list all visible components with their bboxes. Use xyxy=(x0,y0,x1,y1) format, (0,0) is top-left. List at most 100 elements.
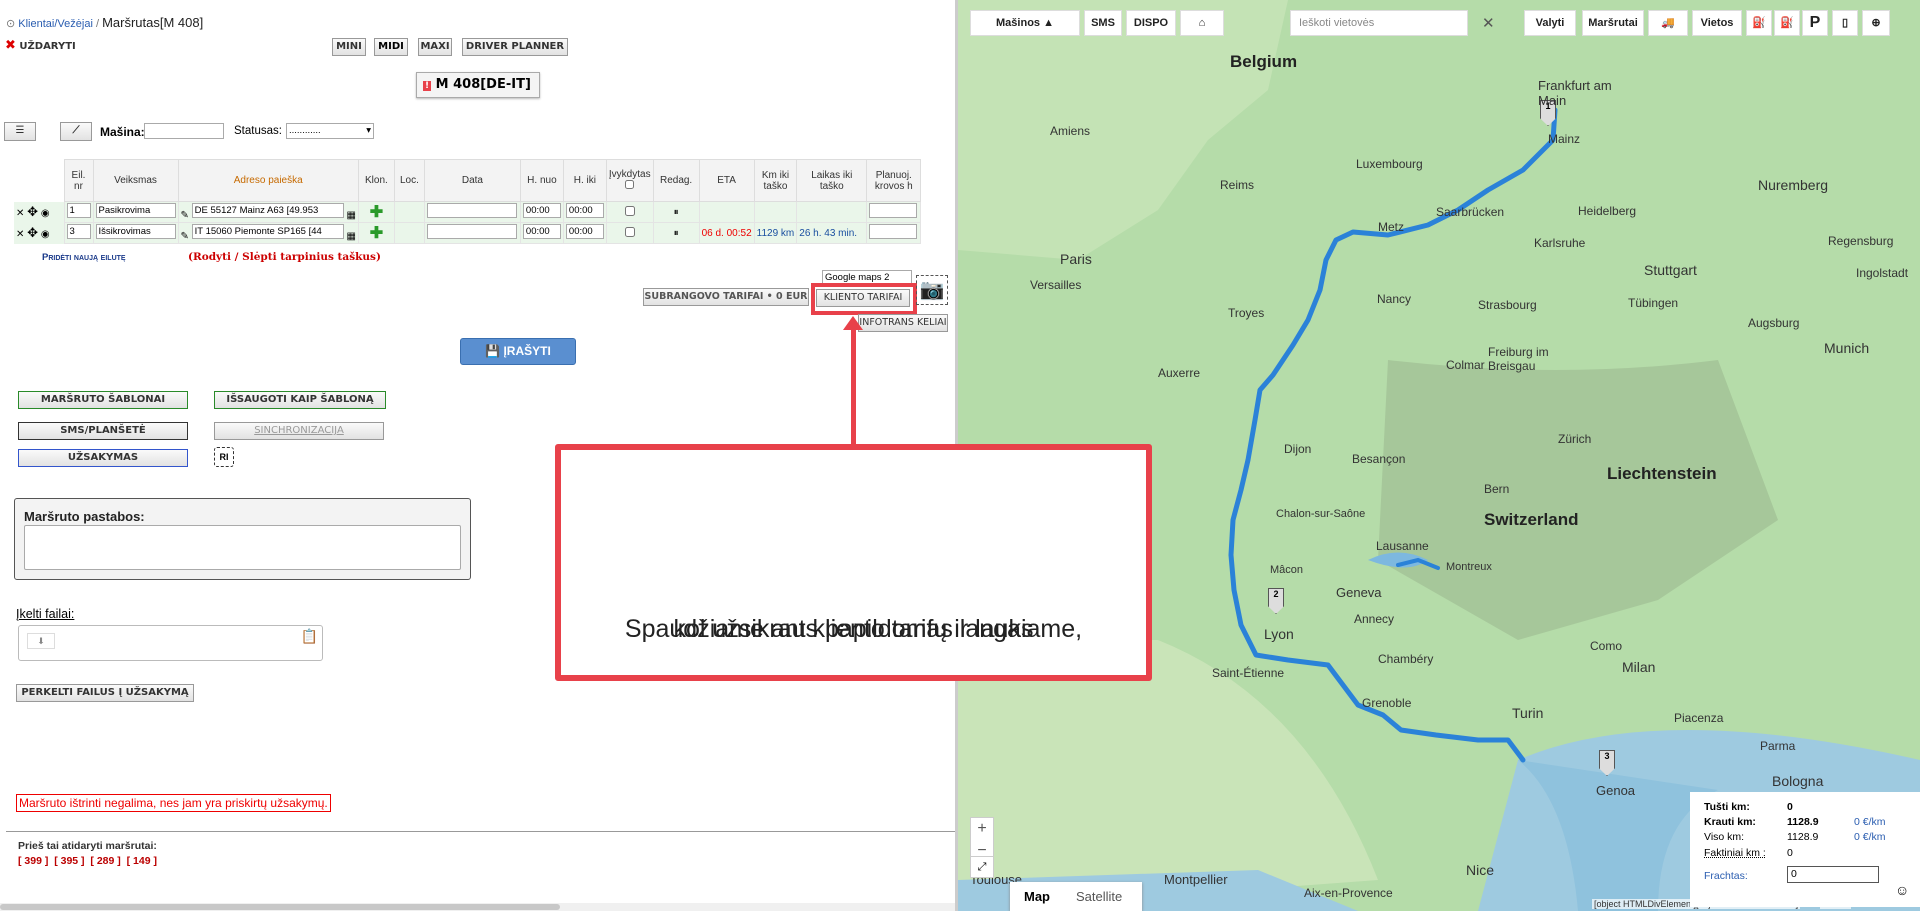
routes-button[interactable]: Maršrutai xyxy=(1582,10,1644,36)
row-nr-input[interactable]: 1 xyxy=(66,203,91,218)
clone-icon[interactable]: ✚ xyxy=(370,204,383,221)
close-button[interactable]: ✖ UŽDARYTI xyxy=(2,38,86,56)
fullscreen-icon[interactable]: ⤢ xyxy=(970,856,994,878)
city-label: Genoa xyxy=(1596,783,1636,798)
chart-button[interactable]: ⟋ xyxy=(60,122,92,141)
page-title: Maršrutas[M 408] xyxy=(102,15,204,30)
city-label: Besançon xyxy=(1352,452,1406,466)
menu-button[interactable]: ☰ xyxy=(4,122,36,141)
calendar-icon[interactable]: ▦ xyxy=(346,210,355,221)
edit-icon[interactable]: ⏸ xyxy=(674,207,679,218)
delete-icon[interactable]: ✕ xyxy=(16,229,24,240)
crosshair-button[interactable]: ⊕ xyxy=(1862,10,1890,36)
previous-route-link[interactable]: [ 395 ] xyxy=(54,855,84,867)
trend-icon: ⟋ xyxy=(72,125,80,136)
horizontal-scrollbar[interactable] xyxy=(0,903,958,911)
city-label: Parma xyxy=(1760,739,1796,753)
row-planned-input[interactable] xyxy=(869,203,918,218)
col-km: Km iki taško xyxy=(753,159,798,202)
row-nr-input[interactable]: 3 xyxy=(66,224,91,239)
row-action-select[interactable]: Pasikrovima xyxy=(95,203,176,218)
zoom-in-button[interactable]: + xyxy=(971,818,993,840)
camera-icon[interactable]: 📷 xyxy=(916,275,948,305)
row-planned-input[interactable] xyxy=(869,224,918,239)
status-select[interactable]: ............ ▾ xyxy=(286,123,374,139)
delete-icon[interactable]: ✕ xyxy=(16,208,24,219)
row-time: 26 h. 43 min. xyxy=(796,222,868,244)
view-maxi-button[interactable]: MAXI xyxy=(418,38,452,56)
city-label: Aix-en-Provence xyxy=(1304,886,1393,900)
phone-button[interactable]: ▯ xyxy=(1832,10,1858,36)
parking-button[interactable]: P xyxy=(1802,10,1828,36)
clear-button[interactable]: Valyti xyxy=(1524,10,1576,36)
row-to-input[interactable]: 00:00 xyxy=(565,203,604,218)
previous-route-link[interactable]: [ 149 ] xyxy=(127,855,157,867)
search-clear-icon[interactable]: ✕ xyxy=(1482,14,1495,32)
row-from-input[interactable]: 00:00 xyxy=(522,203,561,218)
freight-input[interactable]: 0 xyxy=(1787,866,1879,883)
row-address-input[interactable]: IT 15060 Piemonte SP165 [44 xyxy=(191,224,344,239)
sms-button[interactable]: SMS xyxy=(1084,10,1122,36)
fuel-station-button[interactable]: ⛽ xyxy=(1746,10,1772,36)
row-done-checkbox[interactable] xyxy=(624,205,635,216)
calendar-icon[interactable]: ▦ xyxy=(346,231,355,242)
previous-route-link[interactable]: [ 289 ] xyxy=(90,855,120,867)
move-files-button[interactable]: PERKELTI FAILUS Į UŽSAKYMĄ xyxy=(16,684,194,702)
route-templates-button[interactable]: MARŠRUTO ŠABLONAI xyxy=(18,391,188,409)
previous-route-link[interactable]: [ 399 ] xyxy=(18,855,48,867)
row-address-input[interactable]: DE 55127 Mainz A63 [49.953 xyxy=(191,203,344,218)
map-provider-select[interactable]: Google maps 2 xyxy=(822,270,912,284)
file-dropzone[interactable]: ⬇ 📋 xyxy=(18,625,323,661)
ri-chip-icon[interactable]: RI xyxy=(214,447,234,467)
row-action-select[interactable]: Išsikrovimas xyxy=(95,224,176,239)
home-button[interactable]: ⌂ xyxy=(1180,10,1224,36)
city-label: Piacenza xyxy=(1674,711,1724,725)
move-icon[interactable]: ✥ xyxy=(27,225,38,240)
edit-icon[interactable]: ⏸ xyxy=(674,228,679,239)
subcontractor-tariffs-button[interactable]: SUBRANGOVO TARIFAI • 0 EUR xyxy=(643,288,809,306)
search-field[interactable]: Ieškoti vietovės xyxy=(1290,10,1468,36)
infotrans-roads-button[interactable]: INFOTRANS KELIAI xyxy=(858,314,948,332)
save-button[interactable]: 💾 ĮRAŠYTI xyxy=(460,338,576,365)
map-type-satellite[interactable]: Satellite xyxy=(1076,882,1122,911)
row-done-checkbox[interactable] xyxy=(624,226,635,237)
triangle-up-icon: ▲ xyxy=(1043,17,1054,29)
pencil-icon[interactable]: ✎ xyxy=(181,231,189,242)
machines-button[interactable]: Mašinos ▲ xyxy=(970,10,1080,36)
clone-icon[interactable]: ✚ xyxy=(370,225,383,242)
fuel-pump-button[interactable]: ⛽ xyxy=(1774,10,1800,36)
view-mini-button[interactable]: MINI xyxy=(332,38,366,56)
row-to-input[interactable]: 00:00 xyxy=(565,224,604,239)
sms-tablet-button[interactable]: SMS/PLANŠETĖ xyxy=(18,422,188,440)
driver-planner-button[interactable]: DRIVER PLANNER xyxy=(462,38,568,56)
save-template-button[interactable]: IŠSAUGOTI KAIP ŠABLONĄ xyxy=(214,391,386,409)
truck-button[interactable]: 🚚 xyxy=(1648,10,1688,36)
machine-input[interactable] xyxy=(144,123,224,139)
city-label: Dijon xyxy=(1284,442,1312,456)
clipboard-icon[interactable]: 📋 xyxy=(301,628,318,645)
add-row-link[interactable]: Pridėti naują eilutę xyxy=(42,252,126,263)
person-icon[interactable]: ☺ xyxy=(1895,882,1909,898)
row-from-input[interactable]: 00:00 xyxy=(522,224,561,239)
back-icon[interactable]: ⊙ xyxy=(6,18,15,30)
order-button[interactable]: UŽSAKYMAS xyxy=(18,449,188,467)
done-all-checkbox[interactable] xyxy=(625,180,635,189)
eye-icon[interactable]: ◉ xyxy=(41,208,50,219)
pencil-icon[interactable]: ✎ xyxy=(181,210,189,221)
city-label: Regensburg xyxy=(1828,234,1894,248)
sync-button[interactable]: SINCHRONIZACIJA xyxy=(214,422,384,440)
move-icon[interactable]: ✥ xyxy=(27,204,38,219)
total-km-label: Viso km: xyxy=(1704,831,1745,843)
upload-icon[interactable]: ⬇ xyxy=(27,633,55,649)
eye-icon[interactable]: ◉ xyxy=(41,229,50,240)
notes-textarea[interactable] xyxy=(24,525,461,570)
breadcrumb-link[interactable]: Klientai/Vežėjai xyxy=(18,18,93,30)
view-midi-button[interactable]: MIDI xyxy=(374,38,408,56)
row-date-input[interactable] xyxy=(426,224,517,239)
places-button[interactable]: Vietos xyxy=(1692,10,1742,36)
dispo-button[interactable]: DISPO xyxy=(1126,10,1176,36)
toggle-points-link[interactable]: (Rodyti / Slėpti tarpinius taškus) xyxy=(188,251,381,263)
row-date-input[interactable] xyxy=(426,203,517,218)
map-type-map[interactable]: Map xyxy=(1024,882,1050,911)
city-label: Tübingen xyxy=(1628,296,1679,310)
